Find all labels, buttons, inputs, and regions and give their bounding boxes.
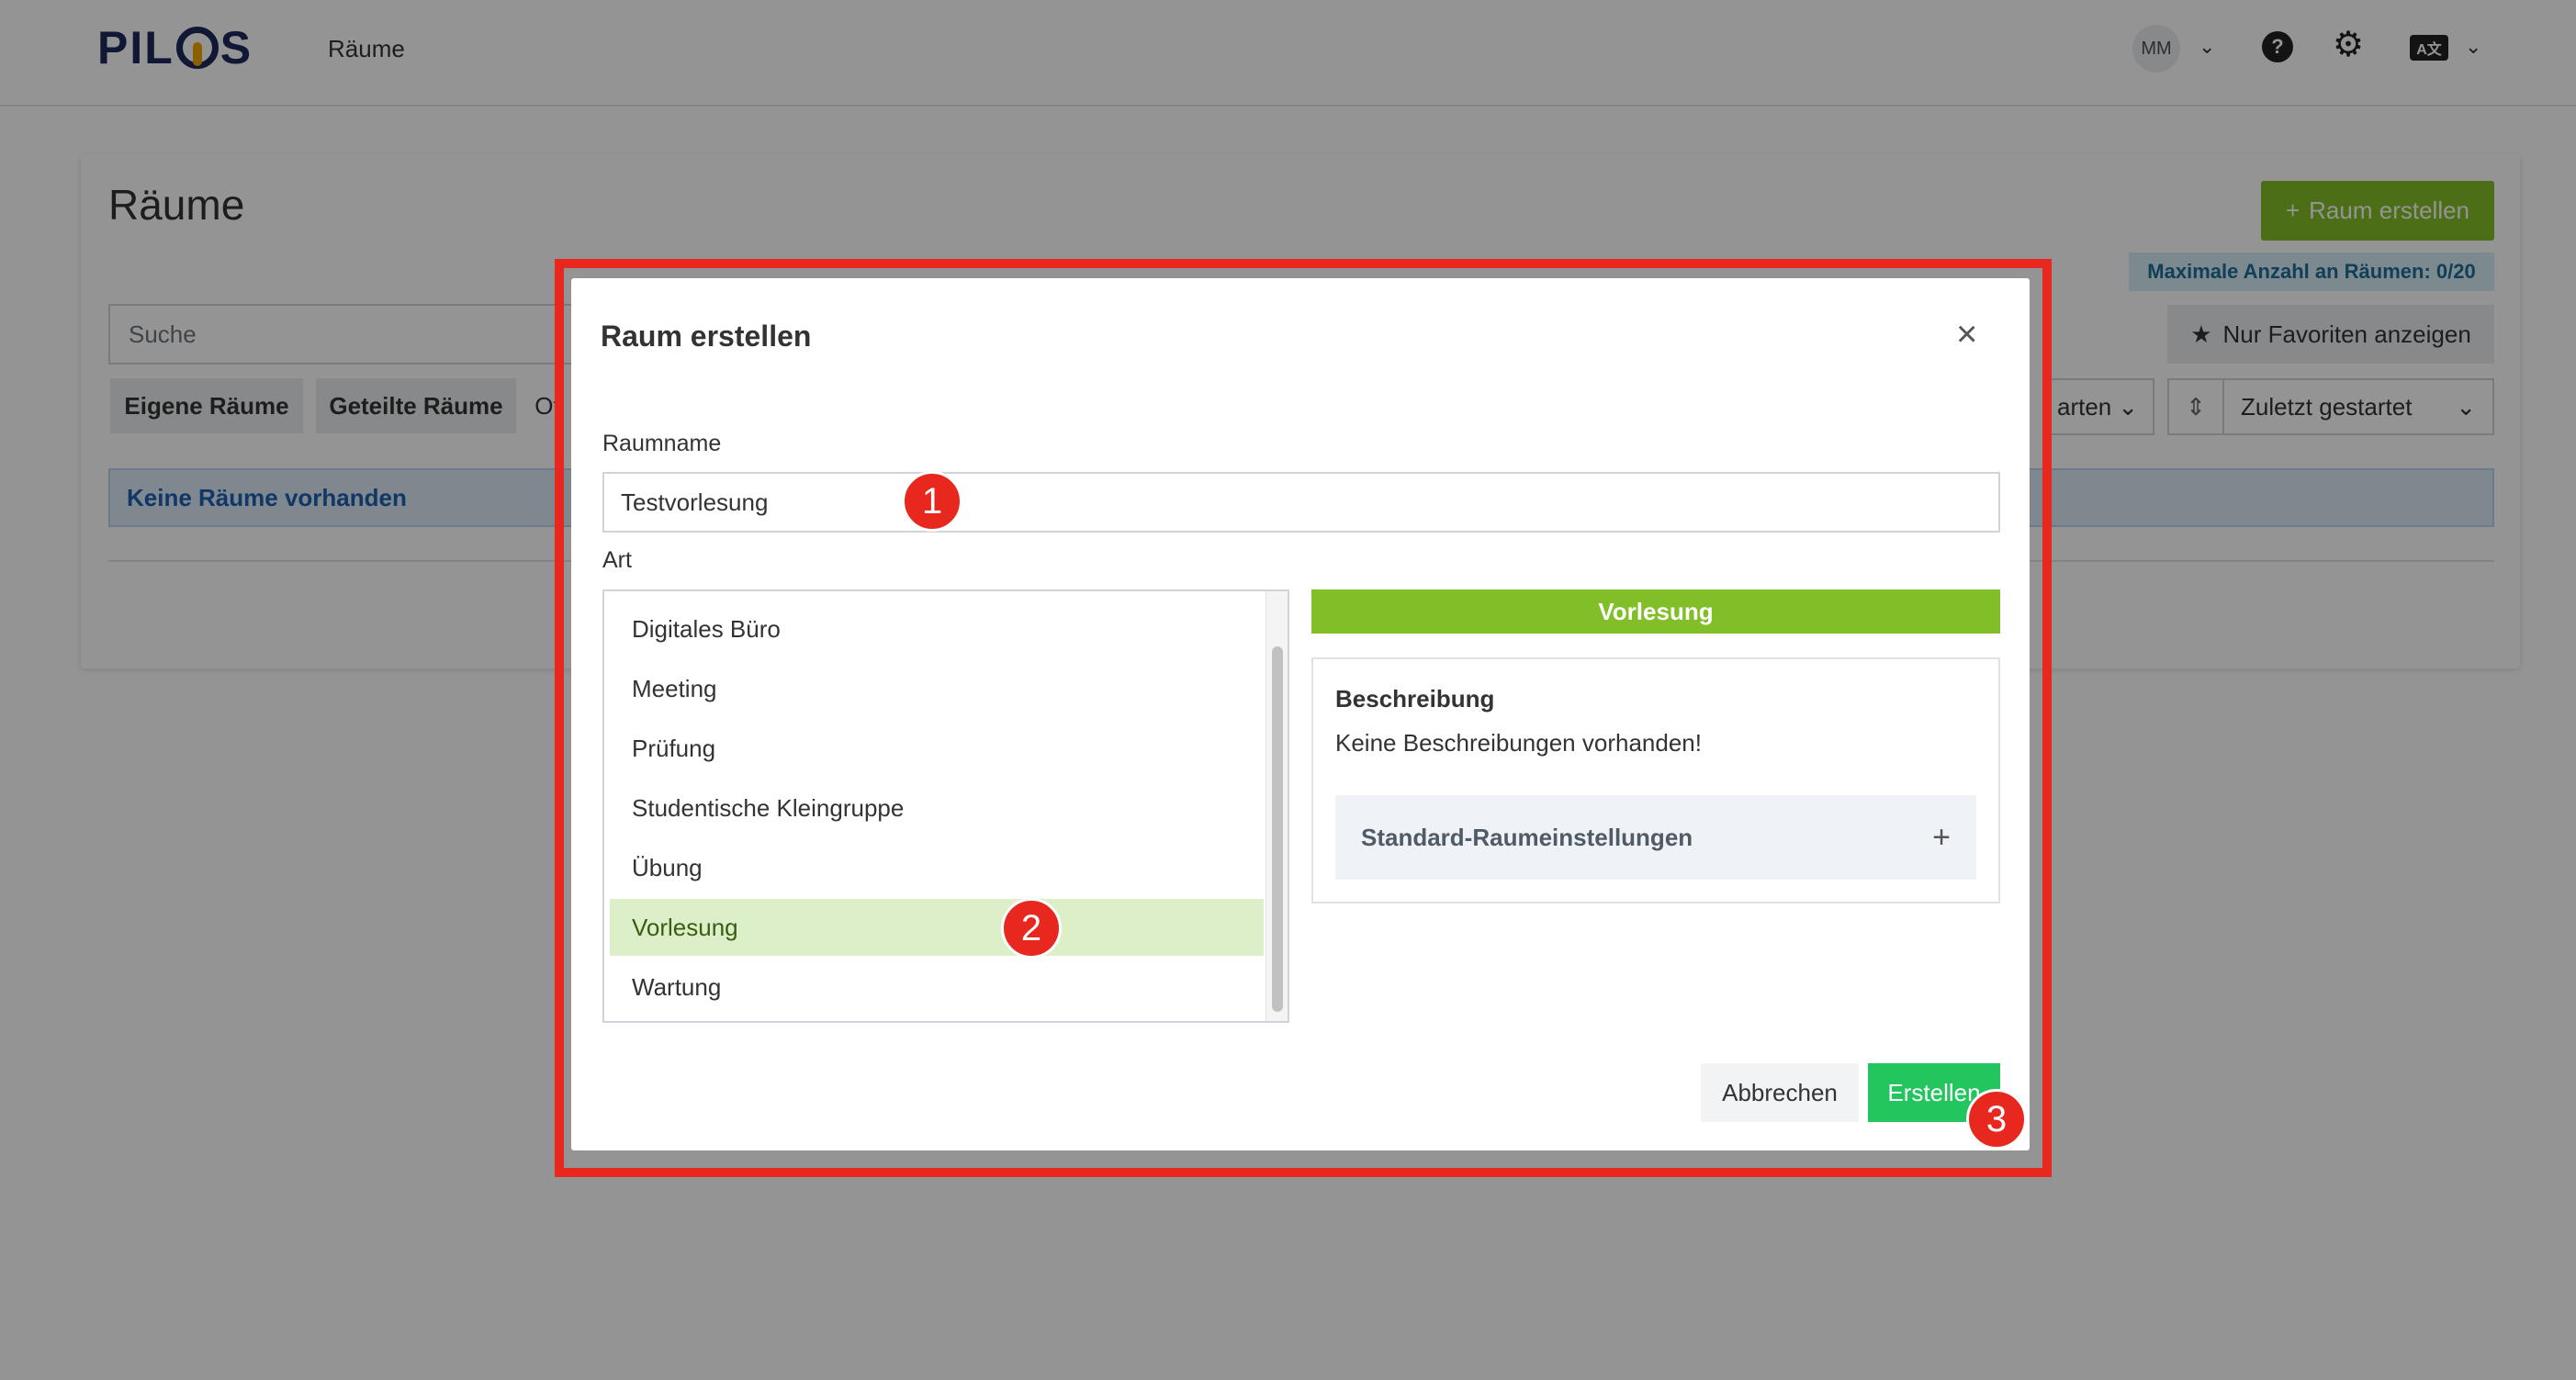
list-item[interactable]: Übung: [610, 839, 1264, 896]
list-item[interactable]: Studentische Kleingruppe: [610, 780, 1264, 836]
list-item-selected[interactable]: Vorlesung: [610, 899, 1264, 956]
list-item[interactable]: Prüfung: [610, 720, 1264, 777]
step-badge-3: 3: [1966, 1089, 2027, 1150]
scroll-thumb[interactable]: [1272, 646, 1283, 1012]
description-text: Keine Beschreibungen vorhanden!: [1335, 729, 1702, 757]
step-badge-1: 1: [902, 471, 962, 532]
default-settings-accordion[interactable]: Standard-Raumeinstellungen +: [1335, 795, 1976, 880]
room-name-input[interactable]: Testvorlesung: [602, 472, 2000, 533]
modal-title: Raum erstellen: [601, 320, 812, 353]
list-item[interactable]: Digitales Büro: [610, 600, 1264, 657]
list-scrollbar[interactable]: [1266, 591, 1288, 1021]
list-item[interactable]: Meeting: [610, 660, 1264, 717]
description-title: Beschreibung: [1335, 685, 1495, 712]
room-type-label: Art: [602, 547, 632, 573]
selected-type-header: Vorlesung: [1311, 589, 2000, 634]
plus-icon: +: [1932, 819, 1951, 855]
default-settings-label: Standard-Raumeinstellungen: [1361, 823, 1693, 851]
cancel-button[interactable]: Abbrechen: [1701, 1063, 1859, 1122]
list-item[interactable]: Wartung: [610, 959, 1264, 1015]
close-icon[interactable]: ×: [1956, 316, 1977, 353]
room-name-label: Raumname: [602, 431, 722, 456]
step-badge-2: 2: [1001, 898, 1062, 959]
room-type-list[interactable]: Digitales Büro Meeting Prüfung Studentis…: [602, 589, 1289, 1023]
